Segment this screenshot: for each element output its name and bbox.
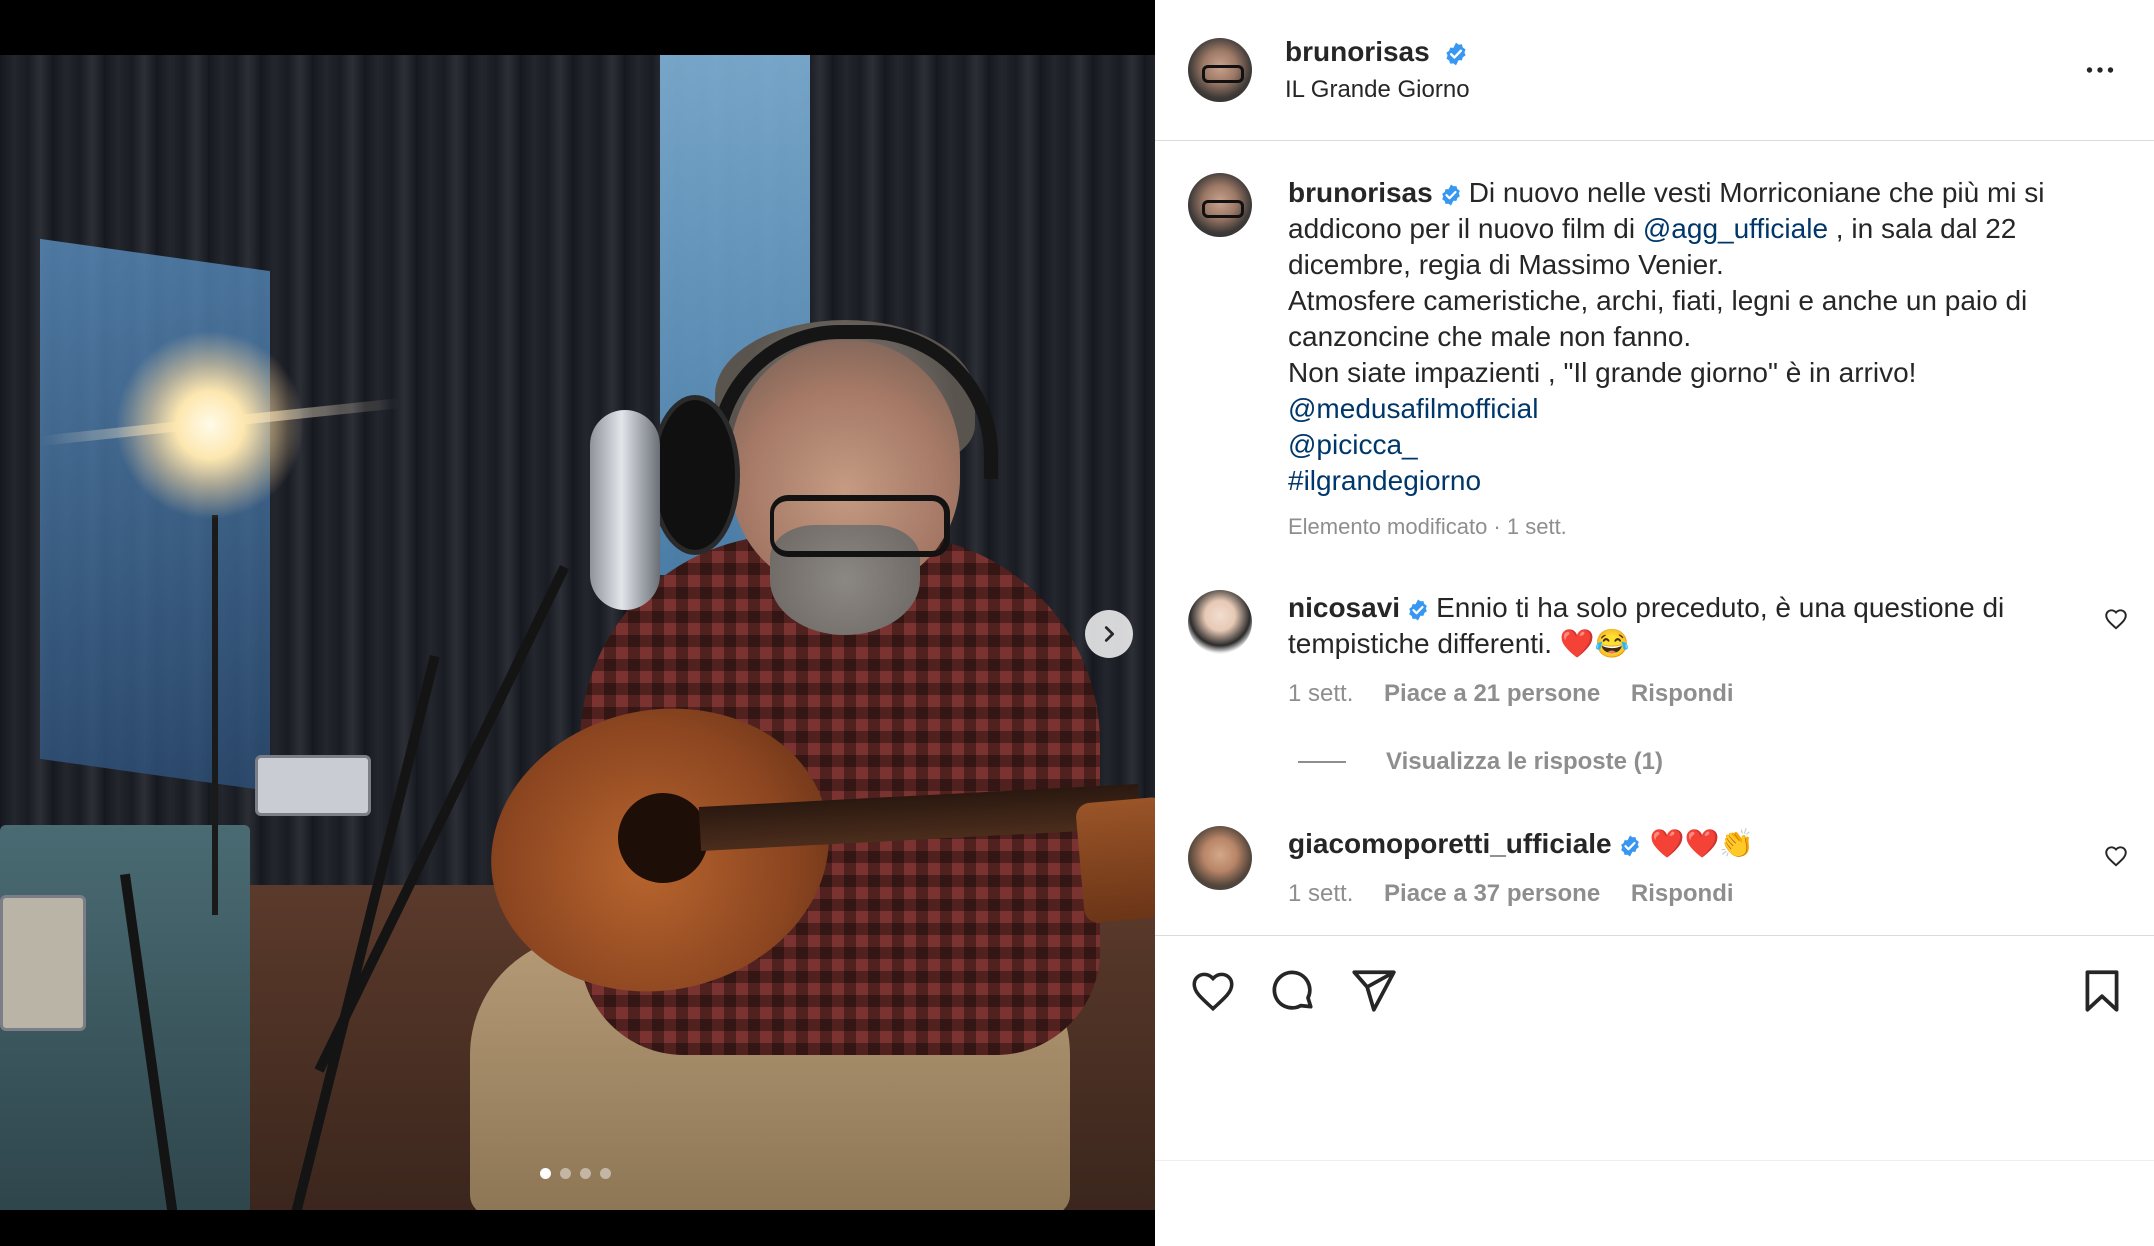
lamp-stand (212, 515, 218, 915)
view-replies-button[interactable]: Visualizza le risposte (1) (1298, 748, 1663, 776)
next-media-button[interactable] (1085, 610, 1133, 658)
caption-mention-link[interactable]: @agg_ufficiale (1643, 213, 1828, 244)
comment-likes[interactable]: Piace a 37 persone (1384, 880, 1600, 907)
comment-author-username[interactable]: nicosavi (1288, 592, 1400, 623)
comment-likes[interactable]: Piace a 21 persone (1384, 680, 1600, 707)
studio-gear (255, 755, 371, 816)
bookmark-icon (2085, 970, 2119, 1012)
post-photo[interactable] (0, 55, 1155, 1210)
commenter-avatar[interactable] (1188, 590, 1252, 654)
caption-mention-link[interactable]: @picicca_ (1288, 429, 1418, 460)
comment-time[interactable]: 1 sett. (1288, 680, 1353, 707)
comment-author-username[interactable]: giacomoporetti_ufficiale (1288, 828, 1612, 859)
commenter-avatar[interactable] (1188, 826, 1252, 890)
media-pagination-dots (540, 1168, 611, 1179)
post-action-bar (1155, 935, 2154, 1066)
more-options-button[interactable] (2082, 52, 2118, 93)
author-avatar[interactable] (1188, 38, 1252, 102)
post-side-panel: brunorisas IL Grande Giorno brunorisas D… (1155, 0, 2154, 1246)
pagination-dot[interactable] (600, 1168, 611, 1179)
verified-badge-icon (1620, 835, 1639, 857)
guitar-headstock (1074, 796, 1155, 924)
heart-icon (2105, 846, 2127, 867)
person-glasses (770, 495, 950, 557)
comment-time[interactable]: 1 sett. (1288, 880, 1353, 907)
post-caption: brunorisas Di nuovo nelle vesti Morricon… (1288, 175, 2108, 499)
studio-gear (0, 895, 86, 1031)
share-button[interactable] (1348, 966, 1398, 1021)
comment-icon (1272, 970, 1313, 1010)
post-location[interactable]: IL Grande Giorno (1285, 76, 1470, 104)
like-button[interactable] (1188, 966, 1238, 1021)
post-header: brunorisas IL Grande Giorno (1155, 0, 2154, 141)
verified-badge-icon (1446, 42, 1467, 65)
save-button[interactable] (2077, 966, 2127, 1021)
view-replies-label[interactable]: Visualizza le risposte (1) (1386, 748, 1663, 776)
comment-text-row: nicosavi Ennio ti ha solo preceduto, è u… (1288, 590, 2068, 662)
caption-text: Atmosfere cameristiche, archi, fiati, le… (1288, 285, 2028, 352)
verified-badge-icon (1441, 184, 1460, 206)
comment-meta: 1 sett. Piace a 21 persone Rispondi (1288, 680, 1758, 708)
comment-like-button[interactable] (2103, 606, 2129, 637)
comment-button[interactable] (1268, 966, 1318, 1021)
caption-hashtag-link[interactable]: #ilgrandegiorno (1288, 465, 1481, 496)
post-media (0, 0, 1155, 1246)
comment-reply-button[interactable]: Rispondi (1631, 880, 1734, 907)
comment-text-row: giacomoporetti_ufficiale ❤️❤️👏 (1288, 826, 2068, 862)
heart-icon (1192, 972, 1234, 1012)
share-icon (1352, 970, 1396, 1012)
comment-meta: 1 sett. Piace a 37 persone Rispondi (1288, 880, 1758, 908)
comment-reply-button[interactable]: Rispondi (1631, 680, 1734, 707)
panel-divider (1155, 1160, 2154, 1161)
caption-author-avatar[interactable] (1188, 173, 1252, 237)
caption-text: Non siate impazienti , "Il grande giorno… (1288, 357, 1917, 388)
studio-lamp (115, 330, 305, 520)
caption-author-username[interactable]: brunorisas (1288, 177, 1433, 208)
replies-divider (1298, 761, 1346, 763)
microphone (590, 410, 660, 610)
caption-meta: Elemento modificato · 1 sett. (1288, 514, 1567, 539)
pagination-dot[interactable] (560, 1168, 571, 1179)
heart-icon (2105, 609, 2127, 630)
caption-mention-link[interactable]: @medusafilmofficial (1288, 393, 1538, 424)
author-username[interactable]: brunorisas (1285, 36, 1430, 67)
avatar-glasses (1202, 200, 1244, 218)
author-username-row[interactable]: brunorisas (1285, 36, 1469, 68)
more-options-icon (2086, 67, 2114, 73)
avatar-glasses (1202, 65, 1244, 83)
pagination-dot[interactable] (580, 1168, 591, 1179)
pagination-dot[interactable] (540, 1168, 551, 1179)
chevron-right-icon (1104, 626, 1115, 642)
pop-filter (650, 395, 740, 555)
verified-badge-icon (1409, 599, 1427, 621)
comment-like-button[interactable] (2103, 843, 2129, 874)
comment-body: ❤️❤️👏 (1649, 828, 1755, 859)
